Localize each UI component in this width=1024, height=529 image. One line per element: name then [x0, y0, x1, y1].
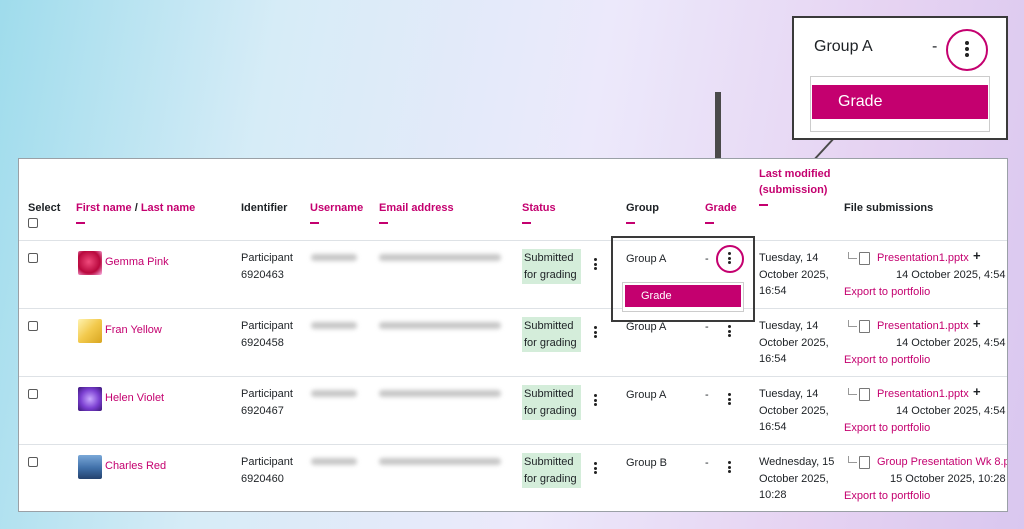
- status-badge: Submitted for grading: [522, 249, 581, 284]
- avatar: [78, 387, 102, 411]
- last-modified: Tuesday, 14 October 2025, 16:54: [759, 320, 829, 365]
- file-date: 14 October 2025, 4:54: [896, 269, 1006, 281]
- username-redacted: [311, 322, 357, 329]
- file-icon: [859, 252, 870, 265]
- avatar: [78, 251, 102, 275]
- file-icon: [859, 456, 870, 469]
- expand-plus-icon[interactable]: +: [973, 248, 981, 263]
- header-group[interactable]: Group: [626, 200, 659, 224]
- grade-value: -: [705, 389, 709, 401]
- export-link[interactable]: Export to portfolio: [844, 352, 930, 369]
- zoom-group-name: Group A: [814, 38, 873, 55]
- submissions-table: Select First name / Last name Identifier…: [18, 158, 1008, 512]
- row-checkbox[interactable]: [28, 389, 38, 399]
- header-grade[interactable]: Grade: [705, 200, 737, 224]
- file-date: 14 October 2025, 4:54: [896, 337, 1006, 349]
- file-icon: [859, 388, 870, 401]
- highlight-box: [611, 236, 755, 322]
- user-name-link[interactable]: Helen Violet: [105, 390, 164, 407]
- zoom-grade-value: -: [932, 38, 938, 55]
- file-icon: [859, 320, 870, 333]
- username-redacted: [311, 390, 357, 397]
- expand-plus-icon[interactable]: +: [973, 384, 981, 399]
- avatar: [78, 319, 102, 343]
- zoom-callout: Group A - Grade: [792, 16, 1008, 140]
- file-link[interactable]: Presentation1.pptx: [877, 386, 969, 403]
- group-name: Group B: [626, 457, 667, 469]
- avatar: [78, 455, 102, 479]
- file-date: 14 October 2025, 4:54: [896, 405, 1006, 417]
- identifier: Participant 6920463: [241, 252, 293, 281]
- export-link[interactable]: Export to portfolio: [844, 284, 930, 301]
- grade-value: -: [705, 457, 709, 469]
- export-link[interactable]: Export to portfolio: [844, 420, 930, 437]
- header-file-submissions: File submissions: [844, 202, 934, 214]
- user-name-link[interactable]: Charles Red: [105, 458, 166, 475]
- file-date: 15 October 2025, 10:28 ,: [890, 473, 1008, 485]
- zoom-grade-menu-icon[interactable]: [965, 41, 969, 59]
- export-link[interactable]: Export to portfolio: [844, 488, 930, 505]
- header-identifier: Identifier: [241, 202, 288, 214]
- header-username[interactable]: Username: [310, 200, 363, 224]
- grade-menu-icon[interactable]: [728, 461, 732, 475]
- identifier: Participant 6920460: [241, 456, 293, 485]
- header-select: Select: [28, 200, 60, 228]
- email-redacted: [379, 458, 501, 465]
- grade-menu-icon[interactable]: [728, 325, 732, 339]
- file-link[interactable]: Group Presentation Wk 8.p: [877, 454, 1007, 471]
- header-status[interactable]: Status: [522, 200, 556, 224]
- row-checkbox[interactable]: [28, 253, 38, 263]
- user-name-link[interactable]: Gemma Pink: [105, 254, 169, 271]
- username-redacted: [311, 458, 357, 465]
- status-menu-icon[interactable]: [594, 326, 598, 340]
- file-link[interactable]: Presentation1.pptx: [877, 250, 969, 267]
- header-last-modified[interactable]: Last modified (submission): [759, 166, 839, 206]
- zoom-menu-item-grade[interactable]: Grade: [812, 85, 988, 119]
- header-email[interactable]: Email address: [379, 200, 454, 224]
- last-modified: Tuesday, 14 October 2025, 16:54: [759, 388, 829, 433]
- last-modified: Tuesday, 14 October 2025, 16:54: [759, 252, 829, 297]
- email-redacted: [379, 322, 501, 329]
- expand-plus-icon[interactable]: +: [973, 316, 981, 331]
- file-link[interactable]: Presentation1.pptx: [877, 318, 969, 335]
- status-menu-icon[interactable]: [594, 258, 598, 272]
- username-redacted: [311, 254, 357, 261]
- identifier: Participant 6920458: [241, 320, 293, 349]
- email-redacted: [379, 254, 501, 261]
- status-badge: Submitted for grading: [522, 453, 581, 488]
- select-all-checkbox[interactable]: [28, 218, 38, 228]
- status-badge: Submitted for grading: [522, 385, 581, 420]
- header-name[interactable]: First name / Last name: [76, 200, 195, 224]
- row-checkbox[interactable]: [28, 321, 38, 331]
- user-name-link[interactable]: Fran Yellow: [105, 322, 162, 339]
- zoom-dropdown-menu: Grade: [810, 76, 990, 132]
- email-redacted: [379, 390, 501, 397]
- identifier: Participant 6920467: [241, 388, 293, 417]
- sort-first-name[interactable]: First name: [76, 202, 132, 214]
- group-name: Group A: [626, 389, 667, 401]
- sort-last-name[interactable]: Last name: [141, 202, 195, 214]
- row-checkbox[interactable]: [28, 457, 38, 467]
- status-badge: Submitted for grading: [522, 317, 581, 352]
- grade-menu-icon[interactable]: [728, 393, 732, 407]
- status-menu-icon[interactable]: [594, 462, 598, 476]
- last-modified: Wednesday, 15 October 2025, 10:28: [759, 456, 835, 501]
- status-menu-icon[interactable]: [594, 394, 598, 408]
